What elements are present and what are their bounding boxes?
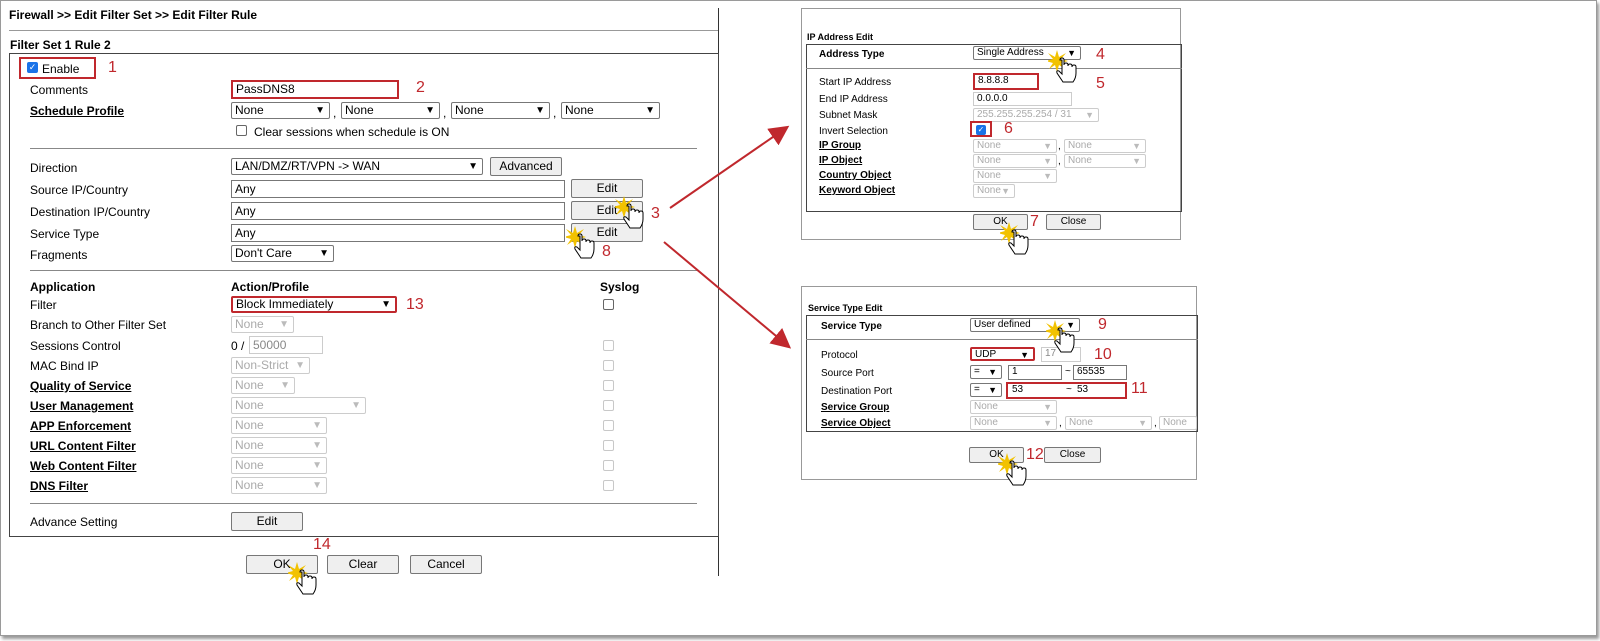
arrow-to-ip-dialog xyxy=(669,125,790,209)
pointer-hand-icon xyxy=(566,226,595,259)
pointer-hand-icon xyxy=(615,196,644,229)
pointer-hand-icon xyxy=(1000,222,1029,255)
pointer-hand-icon xyxy=(288,562,317,595)
pointer-hand-icon xyxy=(1046,320,1075,353)
pointer-hand-icon xyxy=(998,453,1027,486)
pointer-hand-icon xyxy=(1048,50,1077,83)
arrow-to-service-dialog xyxy=(663,241,792,349)
arrows-overlay xyxy=(663,125,792,349)
